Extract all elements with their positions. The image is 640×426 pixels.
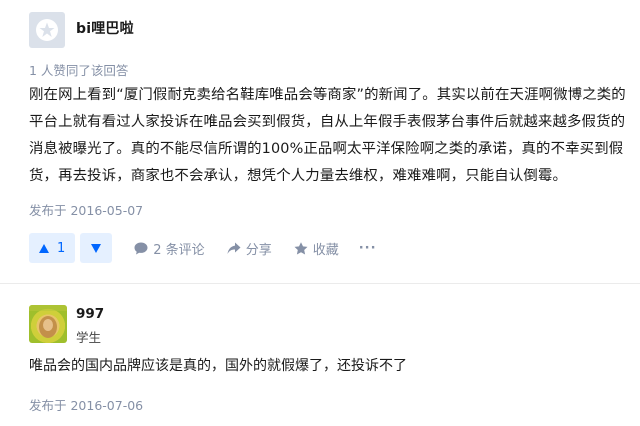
author-headline: 学生 (76, 330, 102, 345)
answer-divider (0, 283, 640, 284)
share-label: 分享 (245, 242, 272, 258)
avatar[interactable] (29, 305, 67, 343)
triangle-down-icon (91, 243, 102, 253)
star-icon (294, 241, 308, 255)
triangle-up-icon (39, 243, 49, 253)
user-photo-icon (29, 305, 67, 338)
default-avatar-icon (36, 19, 58, 41)
more-icon: ··· (358, 240, 377, 256)
author-name[interactable]: bi哩巴啦 (76, 18, 134, 38)
action-bar: 1 2 条评论 分享 收藏 ··· (29, 233, 429, 263)
upvote-button[interactable]: 1 (29, 233, 76, 263)
share-button[interactable]: 分享 (227, 239, 272, 258)
downvote-button[interactable] (80, 233, 113, 263)
publish-date[interactable]: 发布于 2016-05-07 (29, 200, 143, 219)
more-button[interactable]: ··· (359, 241, 377, 256)
author-name[interactable]: 997 (76, 306, 104, 322)
answer-content: 唯品会的国内品牌应该是真的，国外的就假爆了，还投诉不了 (29, 358, 407, 374)
share-icon (227, 242, 241, 255)
comment-bubble-icon (134, 242, 148, 255)
upvote-count: 1 (57, 240, 66, 256)
collect-button[interactable]: 收藏 (294, 239, 339, 258)
comment-count: 2 条评论 (153, 242, 205, 258)
comment-button[interactable]: 2 条评论 (134, 239, 205, 258)
answer-content: 刚在网上看到“厦门假耐克卖给名鞋库唯品会等商家”的新闻了。其实以前在天涯啊微博之… (29, 87, 626, 184)
publish-date[interactable]: 发布于 2016-07-06 (29, 395, 143, 414)
vote-count-text[interactable]: 1 人赞同了该回答 (29, 60, 128, 79)
collect-label: 收藏 (312, 242, 339, 258)
avatar[interactable] (29, 12, 65, 48)
